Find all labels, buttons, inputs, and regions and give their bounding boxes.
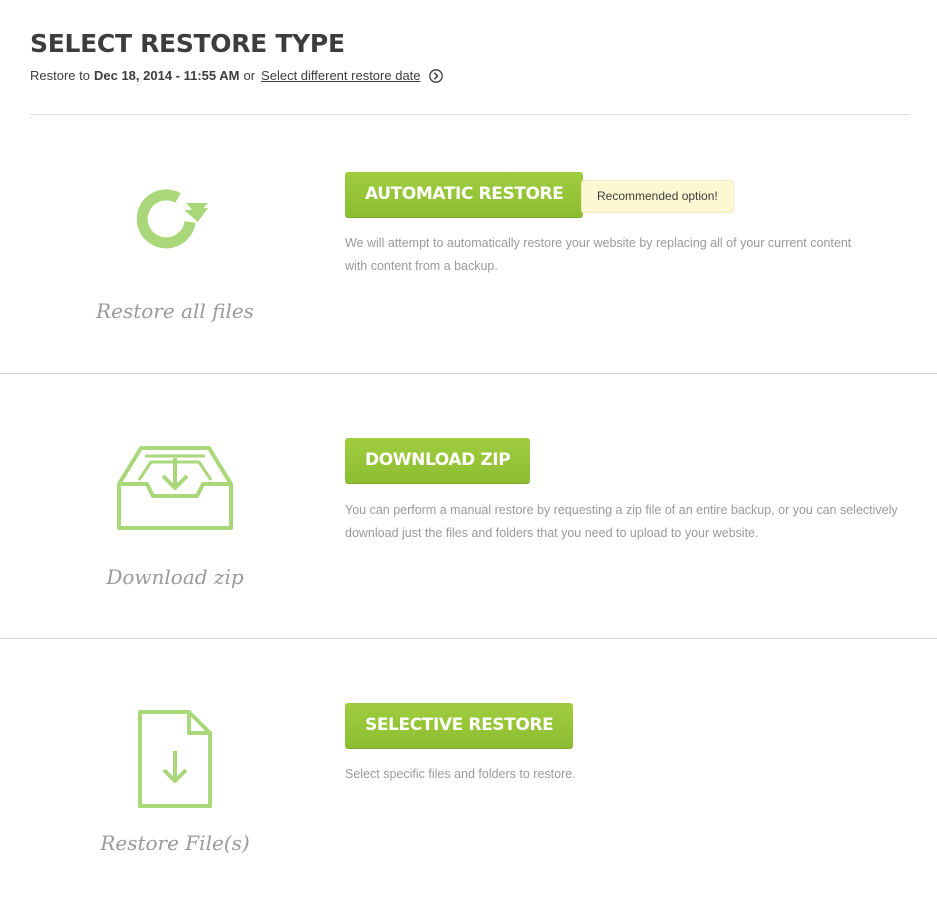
- option-selective-restore: Restore File(s) SELECTIVE RESTORE Select…: [0, 639, 937, 911]
- option-description: You can perform a manual restore by requ…: [345, 503, 898, 540]
- option-caption: Download zip: [106, 565, 244, 589]
- restore-to-label: Restore to: [30, 68, 90, 83]
- or-label: or: [243, 68, 256, 83]
- selective-restore-button[interactable]: SELECTIVE RESTORE: [345, 703, 574, 748]
- page-title: SELECT RESTORE TYPE: [30, 29, 345, 58]
- option-description: We will attempt to automatically restore…: [345, 236, 852, 273]
- restore-arrow-icon: [100, 175, 250, 260]
- option-caption: Restore File(s): [100, 831, 250, 855]
- arrow-right-circle-icon[interactable]: [428, 68, 443, 83]
- option-download-zip: Download zip DOWNLOAD ZIP You can perfor…: [0, 374, 937, 638]
- restore-date: Dec 18, 2014 - 11:55 AM: [93, 68, 240, 83]
- select-different-date-link[interactable]: Select different restore date: [261, 68, 420, 83]
- option-automatic-restore: Restore all files AUTOMATIC RESTORE Reco…: [0, 115, 937, 373]
- automatic-restore-button[interactable]: AUTOMATIC RESTORE: [345, 172, 584, 217]
- download-inbox-icon: [100, 444, 250, 537]
- download-zip-button[interactable]: DOWNLOAD ZIP: [345, 438, 531, 483]
- option-caption: Restore all files: [96, 299, 254, 323]
- file-download-icon: [100, 709, 250, 814]
- option-description: Select specific files and folders to res…: [345, 767, 576, 781]
- page-header: SELECT RESTORE TYPE Restore to Dec 18, 2…: [30, 26, 910, 83]
- restore-date-line: Restore to Dec 18, 2014 - 11:55 AM or Se…: [30, 68, 910, 83]
- recommended-badge: Recommended option!: [581, 180, 734, 213]
